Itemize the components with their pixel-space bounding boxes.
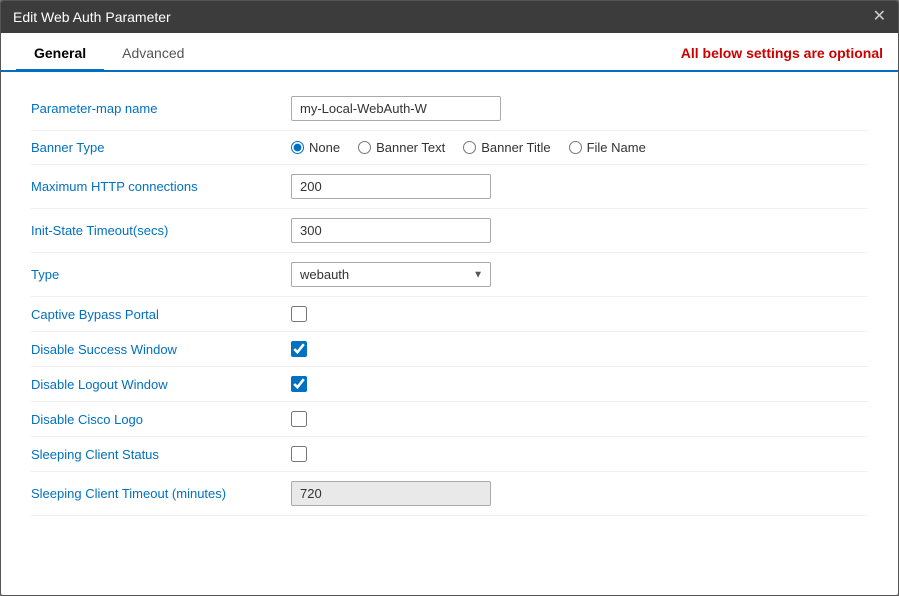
sleeping-client-timeout-row: Sleeping Client Timeout (minutes) xyxy=(31,472,868,516)
dialog-title: Edit Web Auth Parameter xyxy=(13,9,171,25)
banner-none-radio[interactable] xyxy=(291,141,304,154)
sleeping-client-status-row: Sleeping Client Status xyxy=(31,437,868,472)
disable-logout-row: Disable Logout Window xyxy=(31,367,868,402)
captive-bypass-row: Captive Bypass Portal xyxy=(31,297,868,332)
edit-web-auth-dialog: Edit Web Auth Parameter ✕ General Advanc… xyxy=(0,0,899,596)
type-control: webauth consent webconsent ▼ xyxy=(291,262,868,287)
type-row: Type webauth consent webconsent ▼ xyxy=(31,253,868,297)
type-select-wrapper: webauth consent webconsent ▼ xyxy=(291,262,491,287)
sleeping-client-timeout-input[interactable] xyxy=(291,481,491,506)
disable-cisco-logo-control xyxy=(291,411,868,427)
banner-text-label: Banner Text xyxy=(376,140,445,155)
parameter-map-name-row: Parameter-map name xyxy=(31,87,868,131)
max-http-control xyxy=(291,174,868,199)
banner-filename-option[interactable]: File Name xyxy=(569,140,646,155)
init-state-timeout-input[interactable] xyxy=(291,218,491,243)
banner-text-option[interactable]: Banner Text xyxy=(358,140,445,155)
disable-cisco-logo-checkbox[interactable] xyxy=(291,411,307,427)
init-state-timeout-control xyxy=(291,218,868,243)
captive-bypass-checkbox[interactable] xyxy=(291,306,307,322)
captive-bypass-control xyxy=(291,306,868,322)
banner-text-radio[interactable] xyxy=(358,141,371,154)
tab-general[interactable]: General xyxy=(16,35,104,72)
init-state-timeout-row: Init-State Timeout(secs) xyxy=(31,209,868,253)
banner-type-control: None Banner Text Banner Title File Name xyxy=(291,140,868,155)
type-label: Type xyxy=(31,267,291,282)
banner-title-radio[interactable] xyxy=(463,141,476,154)
sleeping-client-status-label: Sleeping Client Status xyxy=(31,447,291,462)
disable-success-row: Disable Success Window xyxy=(31,332,868,367)
type-select[interactable]: webauth consent webconsent xyxy=(291,262,491,287)
dialog-body: Parameter-map name Banner Type None Bann… xyxy=(1,72,898,595)
parameter-map-name-label: Parameter-map name xyxy=(31,101,291,116)
parameter-map-name-input[interactable] xyxy=(291,96,501,121)
close-button[interactable]: ✕ xyxy=(873,9,886,25)
banner-title-option[interactable]: Banner Title xyxy=(463,140,550,155)
disable-logout-checkbox[interactable] xyxy=(291,376,307,392)
disable-success-label: Disable Success Window xyxy=(31,342,291,357)
sleeping-client-timeout-label: Sleeping Client Timeout (minutes) xyxy=(31,486,291,501)
disable-logout-control xyxy=(291,376,868,392)
parameter-map-name-control xyxy=(291,96,868,121)
banner-filename-radio[interactable] xyxy=(569,141,582,154)
banner-type-label: Banner Type xyxy=(31,140,291,155)
sleeping-client-status-checkbox[interactable] xyxy=(291,446,307,462)
dialog-title-bar: Edit Web Auth Parameter ✕ xyxy=(1,1,898,33)
banner-none-option[interactable]: None xyxy=(291,140,340,155)
banner-type-row: Banner Type None Banner Text Banner Titl… xyxy=(31,131,868,165)
banner-title-label: Banner Title xyxy=(481,140,550,155)
disable-logout-label: Disable Logout Window xyxy=(31,377,291,392)
tab-advanced[interactable]: Advanced xyxy=(104,35,202,72)
banner-none-label: None xyxy=(309,140,340,155)
sleeping-client-timeout-control xyxy=(291,481,868,506)
tabs-bar: General Advanced All below settings are … xyxy=(1,35,898,72)
max-http-row: Maximum HTTP connections xyxy=(31,165,868,209)
disable-cisco-logo-row: Disable Cisco Logo xyxy=(31,402,868,437)
max-http-input[interactable] xyxy=(291,174,491,199)
disable-success-control xyxy=(291,341,868,357)
sleeping-client-status-control xyxy=(291,446,868,462)
banner-type-radio-group: None Banner Text Banner Title File Name xyxy=(291,140,868,155)
captive-bypass-label: Captive Bypass Portal xyxy=(31,307,291,322)
init-state-timeout-label: Init-State Timeout(secs) xyxy=(31,223,291,238)
optional-notice: All below settings are optional xyxy=(681,45,883,61)
disable-success-checkbox[interactable] xyxy=(291,341,307,357)
max-http-label: Maximum HTTP connections xyxy=(31,179,291,194)
banner-filename-label: File Name xyxy=(587,140,646,155)
disable-cisco-logo-label: Disable Cisco Logo xyxy=(31,412,291,427)
